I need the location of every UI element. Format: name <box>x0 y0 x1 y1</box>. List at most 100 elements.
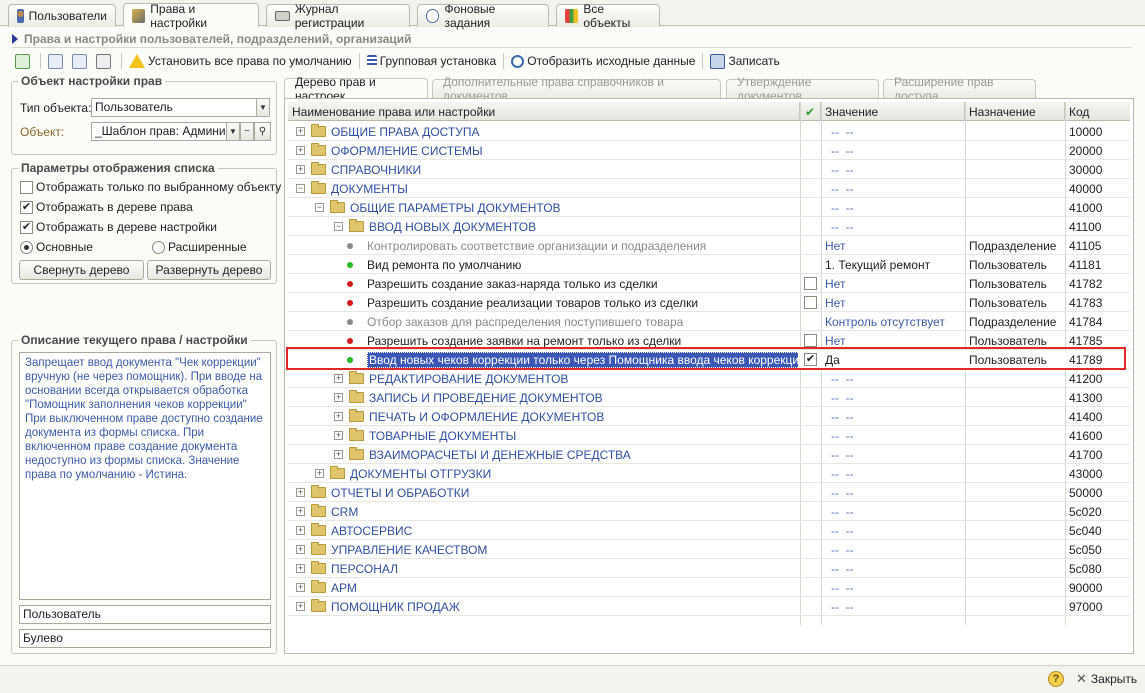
name-cell[interactable]: + УПРАВЛЕНИЕ КАЧЕСТВОМ <box>288 540 798 559</box>
table-row[interactable]: + ТОВАРНЫЕ ДОКУМЕНТЫ -- -- 41600 <box>288 426 1130 445</box>
name-cell[interactable]: Контролировать соответствие организации … <box>288 236 798 255</box>
only-selected-checkbox[interactable]: Отображать только по выбранному объекту <box>20 180 281 194</box>
value-cell[interactable]: -- -- <box>825 502 965 521</box>
tab-access-extension[interactable]: Расширение прав доступа <box>883 75 1036 103</box>
table-row[interactable]: + CRM -- -- 5c020 <box>288 502 1130 521</box>
col-check-header[interactable]: ✔ <box>800 102 821 121</box>
table-row[interactable]: + ОФОРМЛЕНИЕ СИСТЕМЫ -- -- 20000 <box>288 141 1130 160</box>
expand-icon[interactable]: + <box>296 507 305 516</box>
tab-background-jobs[interactable]: Фоновые задания <box>417 2 549 30</box>
value-cell[interactable]: -- -- <box>825 521 965 540</box>
value-cell[interactable]: -- -- <box>825 445 965 464</box>
expand-icon[interactable]: + <box>296 146 305 155</box>
name-cell[interactable]: + РЕДАКТИРОВАНИЕ ДОКУМЕНТОВ <box>288 369 798 388</box>
col-value-header[interactable]: Значение <box>821 102 965 121</box>
object-clear-button[interactable]: − <box>240 122 254 141</box>
table-row[interactable]: + ПОМОЩНИК ПРОДАЖ -- -- 97000 <box>288 597 1130 616</box>
table-row[interactable]: + АВТОСЕРВИС -- -- 5c040 <box>288 521 1130 540</box>
group-install-button[interactable]: Групповая установка <box>364 52 500 70</box>
value-cell[interactable]: -- -- <box>825 388 965 407</box>
table-row[interactable]: − ОБЩИЕ ПАРАМЕТРЫ ДОКУМЕНТОВ -- -- 41000 <box>288 198 1130 217</box>
table-row[interactable]: + ОТЧЕТЫ И ОБРАБОТКИ -- -- 50000 <box>288 483 1130 502</box>
expand-icon[interactable]: + <box>334 450 343 459</box>
name-cell[interactable]: + ВЗАИМОРАСЧЕТЫ И ДЕНЕЖНЫЕ СРЕДСТВА <box>288 445 798 464</box>
value-cell[interactable]: -- -- <box>825 369 965 388</box>
value-checkbox[interactable] <box>804 274 820 293</box>
name-cell[interactable]: − ДОКУМЕНТЫ <box>288 179 798 198</box>
name-cell[interactable]: + ТОВАРНЫЕ ДОКУМЕНТЫ <box>288 426 798 445</box>
value-cell[interactable]: -- -- <box>825 464 965 483</box>
expand-icon[interactable]: + <box>296 526 305 535</box>
name-cell[interactable]: + ОТЧЕТЫ И ОБРАБОТКИ <box>288 483 798 502</box>
name-cell[interactable]: − ВВОД НОВЫХ ДОКУМЕНТОВ <box>288 217 798 236</box>
table-row[interactable]: Контролировать соответствие организации … <box>288 236 1130 255</box>
col-code-header[interactable]: Код <box>1065 102 1130 121</box>
in-settings-tree-checkbox[interactable]: ✔ Отображать в дереве настройки <box>20 220 217 234</box>
value-cell[interactable]: -- -- <box>825 122 965 141</box>
table-row[interactable]: + ПЕРСОНАЛ -- -- 5c080 <box>288 559 1130 578</box>
tab-log[interactable]: Журнал регистрации <box>266 2 410 30</box>
table-row[interactable]: + ВЗАИМОРАСЧЕТЫ И ДЕНЕЖНЫЕ СРЕДСТВА -- -- 4… <box>288 445 1130 464</box>
name-cell[interactable]: + ОБЩИЕ ПРАВА ДОСТУПА <box>288 122 798 141</box>
table-row[interactable]: + РЕДАКТИРОВАНИЕ ДОКУМЕНТОВ -- -- 41200 <box>288 369 1130 388</box>
close-button[interactable]: ✕ Закрыть <box>1076 671 1137 687</box>
value-checkbox[interactable] <box>804 293 820 312</box>
expand-icon[interactable]: + <box>296 488 305 497</box>
collapse-arrow-icon[interactable] <box>12 34 18 44</box>
paste-button[interactable] <box>69 52 93 70</box>
table-row[interactable]: + ЗАПИСЬ И ПРОВЕДЕНИЕ ДОКУМЕНТОВ -- -- 4130… <box>288 388 1130 407</box>
col-assign-header[interactable]: Назначение <box>965 102 1065 121</box>
table-row[interactable]: + УПРАВЛЕНИЕ КАЧЕСТВОМ -- -- 5c050 <box>288 540 1130 559</box>
table-row[interactable]: Разрешить создание реализации товаров то… <box>288 293 1130 312</box>
name-cell[interactable]: + ОФОРМЛЕНИЕ СИСТЕМЫ <box>288 141 798 160</box>
in-rights-tree-checkbox[interactable]: ✔ Отображать в дереве права <box>20 200 193 214</box>
table-row[interactable]: + АРМ -- -- 90000 <box>288 578 1130 597</box>
table-row[interactable]: − ДОКУМЕНТЫ -- -- 40000 <box>288 179 1130 198</box>
print-button[interactable] <box>93 52 117 70</box>
expand-icon[interactable]: + <box>296 545 305 554</box>
table-row[interactable]: Отбор заказов для распределения поступив… <box>288 312 1130 331</box>
value-cell[interactable]: -- -- <box>825 217 965 236</box>
expand-icon[interactable]: + <box>334 374 343 383</box>
name-cell[interactable]: + СПРАВОЧНИКИ <box>288 160 798 179</box>
object-dropdown[interactable]: ▼ <box>226 122 240 141</box>
tab-doc-approval[interactable]: Утверждение документов <box>726 75 879 103</box>
save-button[interactable]: Записать <box>707 52 782 70</box>
table-row[interactable]: Вид ремонта по умолчанию 1. Текущий ремон… <box>288 255 1130 274</box>
object-type-dropdown[interactable]: ▼ <box>256 98 270 117</box>
name-cell[interactable]: Отбор заказов для распределения поступив… <box>288 312 798 331</box>
radio-extended[interactable]: Расширенные <box>152 240 247 254</box>
name-cell[interactable]: + ПОМОЩНИК ПРОДАЖ <box>288 597 798 616</box>
tab-users[interactable]: Пользователи <box>8 4 116 27</box>
add-button[interactable] <box>12 52 36 70</box>
table-row[interactable]: + ПЕЧАТЬ И ОФОРМЛЕНИЕ ДОКУМЕНТОВ -- -- 4140… <box>288 407 1130 426</box>
value-cell[interactable]: -- -- <box>825 141 965 160</box>
col-name-header[interactable]: Наименование права или настройки <box>288 102 800 121</box>
expand-icon[interactable]: + <box>296 165 305 174</box>
object-search-button[interactable]: ⚲ <box>254 122 271 141</box>
value-cell[interactable]: -- -- <box>825 198 965 217</box>
expand-icon[interactable]: + <box>334 393 343 402</box>
collapse-icon[interactable]: − <box>334 222 343 231</box>
table-row[interactable]: + ДОКУМЕНТЫ ОТГРУЗКИ -- -- 43000 <box>288 464 1130 483</box>
name-cell[interactable]: + ПЕЧАТЬ И ОФОРМЛЕНИЕ ДОКУМЕНТОВ <box>288 407 798 426</box>
collapse-tree-button[interactable]: Свернуть дерево <box>19 260 144 280</box>
tab-additional-rights[interactable]: Дополнительные права справочников и доку… <box>432 75 721 103</box>
collapse-icon[interactable]: − <box>296 184 305 193</box>
name-cell[interactable]: + АВТОСЕРВИС <box>288 521 798 540</box>
name-cell[interactable]: + АРМ <box>288 578 798 597</box>
expand-icon[interactable]: + <box>296 583 305 592</box>
value-cell[interactable]: -- -- <box>825 578 965 597</box>
value-cell[interactable]: Контроль отсутствует <box>825 312 965 331</box>
value-cell[interactable]: 1. Текущий ремонт <box>825 255 965 274</box>
name-cell[interactable]: Вид ремонта по умолчанию <box>288 255 798 274</box>
value-cell[interactable]: -- -- <box>825 160 965 179</box>
expand-icon[interactable]: + <box>296 127 305 136</box>
expand-icon[interactable]: + <box>296 602 305 611</box>
table-row[interactable]: − ВВОД НОВЫХ ДОКУМЕНТОВ -- -- 41100 <box>288 217 1130 236</box>
show-source-button[interactable]: Отобразить исходные данные <box>508 52 698 70</box>
value-cell[interactable]: -- -- <box>825 179 965 198</box>
copy-button[interactable] <box>45 52 69 70</box>
collapse-icon[interactable]: − <box>315 203 324 212</box>
value-cell[interactable]: -- -- <box>825 540 965 559</box>
